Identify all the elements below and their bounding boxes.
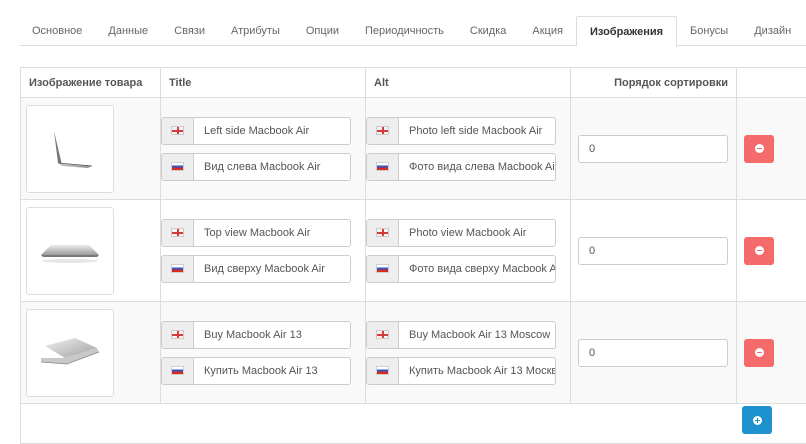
alt-input-en[interactable]: Buy Macbook Air 13 Moscow xyxy=(366,321,556,349)
header-actions xyxy=(737,68,806,98)
product-image-thumbnail[interactable] xyxy=(26,309,114,397)
russia-flag-icon xyxy=(171,264,184,273)
remove-image-button[interactable] xyxy=(744,237,774,265)
minus-circle-icon xyxy=(755,348,764,357)
table-row: Left side Macbook Air Вид слева Macbook … xyxy=(21,98,806,200)
tab-data[interactable]: Данные xyxy=(95,16,161,46)
russia-flag-icon xyxy=(376,162,389,171)
tab-images[interactable]: Изображения xyxy=(576,16,677,47)
macbook-side-image xyxy=(40,119,100,179)
plus-circle-icon xyxy=(753,416,762,425)
tab-links[interactable]: Связи xyxy=(161,16,218,46)
header-sort-order: Порядок сортировки xyxy=(571,68,737,98)
russia-flag-icon xyxy=(171,162,184,171)
header-title: Title xyxy=(161,68,366,98)
remove-image-button[interactable] xyxy=(744,135,774,163)
remove-image-button[interactable] xyxy=(744,339,774,367)
alt-input-ru[interactable]: Фото вида сверху Macbook Air xyxy=(366,255,556,283)
uk-flag-icon xyxy=(376,330,389,339)
tab-discount[interactable]: Скидка xyxy=(457,16,520,46)
uk-flag-icon xyxy=(376,228,389,237)
title-input-en[interactable]: Buy Macbook Air 13 xyxy=(161,321,351,349)
macbook-open-image xyxy=(35,328,105,378)
alt-input-ru[interactable]: Купить Macbook Air 13 Москва xyxy=(366,357,556,385)
uk-flag-icon xyxy=(171,126,184,135)
title-input-en[interactable]: Left side Macbook Air xyxy=(161,117,351,145)
title-input-ru[interactable]: Купить Macbook Air 13 xyxy=(161,357,351,385)
sort-order-input[interactable]: 0 xyxy=(578,135,728,163)
table-row: Buy Macbook Air 13 Купить Macbook Air 13… xyxy=(21,302,806,404)
tab-design[interactable]: Дизайн xyxy=(741,16,804,46)
add-image-button[interactable] xyxy=(742,406,772,434)
header-alt: Alt xyxy=(366,68,571,98)
alt-input-en[interactable]: Photo left side Macbook Air xyxy=(366,117,556,145)
macbook-top-image xyxy=(35,231,105,271)
minus-circle-icon xyxy=(755,246,764,255)
title-input-ru[interactable]: Вид сверху Macbook Air xyxy=(161,255,351,283)
sort-order-input[interactable]: 0 xyxy=(578,237,728,265)
tab-special[interactable]: Акция xyxy=(519,16,576,46)
tab-recurring[interactable]: Периодичность xyxy=(352,16,457,46)
minus-circle-icon xyxy=(755,144,764,153)
title-input-ru[interactable]: Вид слева Macbook Air xyxy=(161,153,351,181)
sort-order-input[interactable]: 0 xyxy=(578,339,728,367)
alt-input-en[interactable]: Photo view Macbook Air xyxy=(366,219,556,247)
russia-flag-icon xyxy=(376,264,389,273)
tab-basic[interactable]: Основное xyxy=(20,16,95,46)
product-image-thumbnail[interactable] xyxy=(26,105,114,193)
tab-bar: Основное Данные Связи Атрибуты Опции Пер… xyxy=(20,16,806,46)
uk-flag-icon xyxy=(171,330,184,339)
images-table: Изображение товара Title Alt Порядок сор… xyxy=(20,67,806,444)
product-image-thumbnail[interactable] xyxy=(26,207,114,295)
table-footer-row xyxy=(21,404,806,444)
uk-flag-icon xyxy=(171,228,184,237)
russia-flag-icon xyxy=(376,366,389,375)
table-row: Top view Macbook Air Вид сверху Macbook … xyxy=(21,200,806,302)
tab-bonuses[interactable]: Бонусы xyxy=(677,16,741,46)
alt-input-ru[interactable]: Фото вида слева Macbook Air xyxy=(366,153,556,181)
header-image: Изображение товара xyxy=(21,68,161,98)
russia-flag-icon xyxy=(171,366,184,375)
title-input-en[interactable]: Top view Macbook Air xyxy=(161,219,351,247)
tab-options[interactable]: Опции xyxy=(293,16,352,46)
tab-attributes[interactable]: Атрибуты xyxy=(218,16,293,46)
uk-flag-icon xyxy=(376,126,389,135)
